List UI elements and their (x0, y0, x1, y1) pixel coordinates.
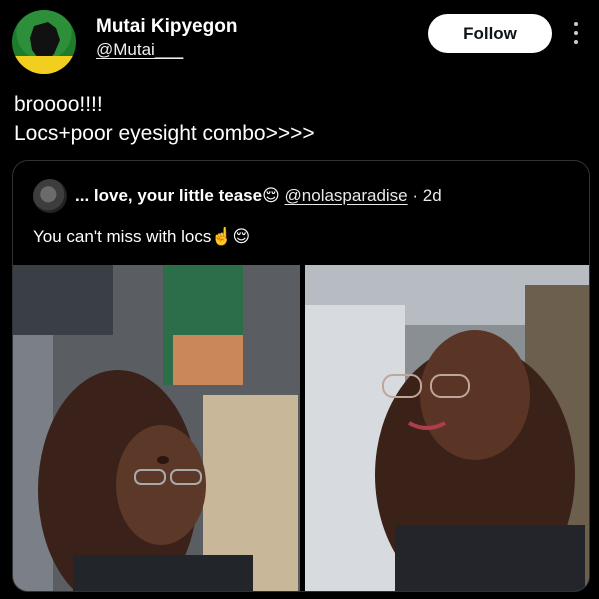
quoted-photo-1[interactable] (13, 265, 300, 591)
quoted-author-handle[interactable]: @nolasparadise (285, 186, 408, 205)
quoted-avatar[interactable] (33, 179, 67, 213)
dot (574, 40, 578, 44)
dot (574, 22, 578, 26)
quoted-header: ... love, your little tease😌 @nolasparad… (75, 186, 442, 206)
photo-1-image (13, 265, 300, 591)
author-name[interactable]: Mutai Kipyegon (96, 16, 237, 38)
more-vertical-icon[interactable] (568, 18, 584, 48)
quoted-photo-2[interactable] (305, 265, 589, 591)
photo-2-image (305, 265, 589, 591)
quoted-post[interactable]: ... love, your little tease😌 @nolasparad… (12, 160, 590, 592)
follow-button[interactable]: Follow (428, 14, 552, 53)
post-text: broooo!!!! Locs+poor eyesight combo>>>> (14, 93, 315, 145)
author-handle[interactable]: @Mutai___ (96, 40, 183, 60)
kenya-map-icon (30, 22, 60, 62)
dot (574, 31, 578, 35)
author-avatar[interactable] (12, 10, 76, 74)
quoted-author-name[interactable]: ... love, your little tease😌 (75, 186, 280, 205)
quoted-text: You can't miss with locs☝️😌 (33, 227, 251, 246)
quoted-time: · 2d (412, 186, 442, 205)
